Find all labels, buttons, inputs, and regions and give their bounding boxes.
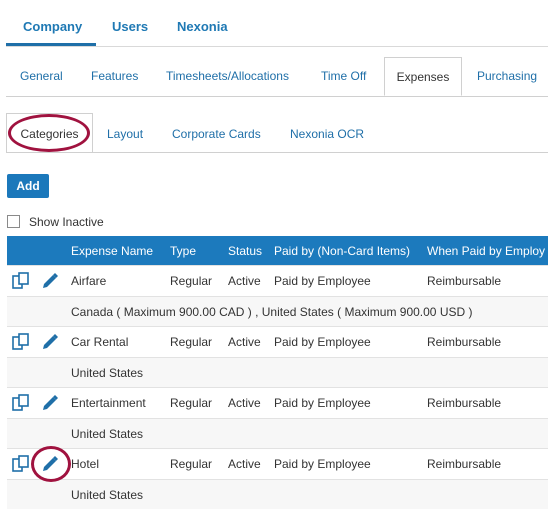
copy-icon[interactable] [12, 333, 31, 350]
table-row: Airfare Regular Active Paid by Employee … [7, 265, 548, 295]
expense-when-paid: Reimbursable [427, 274, 502, 288]
expense-paid-by: Paid by Employee [274, 396, 371, 410]
col-when-paid[interactable]: When Paid by Employ [427, 244, 545, 258]
show-inactive-checkbox[interactable] [7, 215, 20, 228]
tab-corporate-cards[interactable]: Corporate Cards [172, 127, 261, 141]
tab-layout[interactable]: Layout [107, 127, 143, 141]
expense-type: Regular [170, 335, 213, 349]
expense-status: Active [228, 335, 261, 349]
expense-when-paid: Reimbursable [427, 457, 502, 471]
expense-paid-by: Paid by Employee [274, 457, 371, 471]
expense-when-paid: Reimbursable [427, 396, 502, 410]
table-row-detail: United States [7, 357, 548, 387]
nav-nexonia[interactable]: Nexonia [177, 19, 228, 34]
expense-status: Active [228, 396, 261, 410]
expense-name: Entertainment [71, 396, 146, 410]
expense-when-paid: Reimbursable [427, 335, 502, 349]
expense-name: Car Rental [71, 335, 129, 349]
expense-type: Regular [170, 457, 213, 471]
tab-nexonia-ocr[interactable]: Nexonia OCR [290, 127, 364, 141]
divider [6, 96, 548, 97]
expense-paid-by: Paid by Employee [274, 274, 371, 288]
copy-icon[interactable] [12, 455, 31, 472]
table-row: Hotel Regular Active Paid by Employee Re… [7, 448, 548, 478]
pencil-icon[interactable] [41, 333, 58, 350]
expense-paid-by: Paid by Employee [274, 335, 371, 349]
copy-icon[interactable] [12, 394, 31, 411]
table-row: Entertainment Regular Active Paid by Emp… [7, 387, 548, 417]
nav-company[interactable]: Company [23, 19, 82, 34]
tab-expenses[interactable]: Expenses [384, 57, 462, 96]
tab-time-off[interactable]: Time Off [321, 69, 366, 83]
tab-timesheets-allocations[interactable]: Timesheets/Allocations [166, 69, 289, 83]
expense-status: Active [228, 457, 261, 471]
settings-tabs: General Features Timesheets/Allocations … [0, 57, 548, 97]
col-type[interactable]: Type [170, 244, 196, 258]
nav-users[interactable]: Users [112, 19, 148, 34]
expense-type: Regular [170, 274, 213, 288]
table-row-detail: Canada ( Maximum 900.00 CAD ) , United S… [7, 296, 548, 326]
divider [6, 152, 548, 153]
show-inactive-label: Show Inactive [29, 215, 104, 229]
pencil-icon[interactable] [41, 272, 58, 289]
copy-icon[interactable] [12, 272, 31, 289]
add-button[interactable]: Add [7, 174, 49, 198]
col-status[interactable]: Status [228, 244, 262, 258]
table-row-detail: United States [7, 418, 548, 448]
top-nav: Company Users Nexonia [0, 0, 548, 47]
table-header: Expense Name Type Status Paid by (Non-Ca… [7, 236, 548, 265]
tab-general[interactable]: General [20, 69, 63, 83]
expense-detail: Canada ( Maximum 900.00 CAD ) , United S… [71, 305, 473, 319]
divider [6, 46, 548, 47]
expense-detail: United States [71, 366, 144, 380]
pencil-icon[interactable] [41, 394, 58, 411]
expense-status: Active [228, 274, 261, 288]
show-inactive: Show Inactive [7, 215, 104, 229]
expense-name: Airfare [71, 274, 107, 288]
expense-detail: United States [71, 427, 144, 441]
expense-name: Hotel [71, 457, 100, 471]
col-expense-name[interactable]: Expense Name [71, 244, 153, 258]
expense-detail: United States [71, 488, 144, 502]
table-row: Car Rental Regular Active Paid by Employ… [7, 326, 548, 356]
tab-features[interactable]: Features [91, 69, 138, 83]
highlight-circle [31, 446, 71, 482]
highlight-circle [8, 114, 90, 152]
table-row-detail: United States [7, 479, 548, 509]
col-paid-by[interactable]: Paid by (Non-Card Items) [274, 244, 410, 258]
tab-purchasing[interactable]: Purchasing [477, 69, 537, 83]
expense-type: Regular [170, 396, 213, 410]
